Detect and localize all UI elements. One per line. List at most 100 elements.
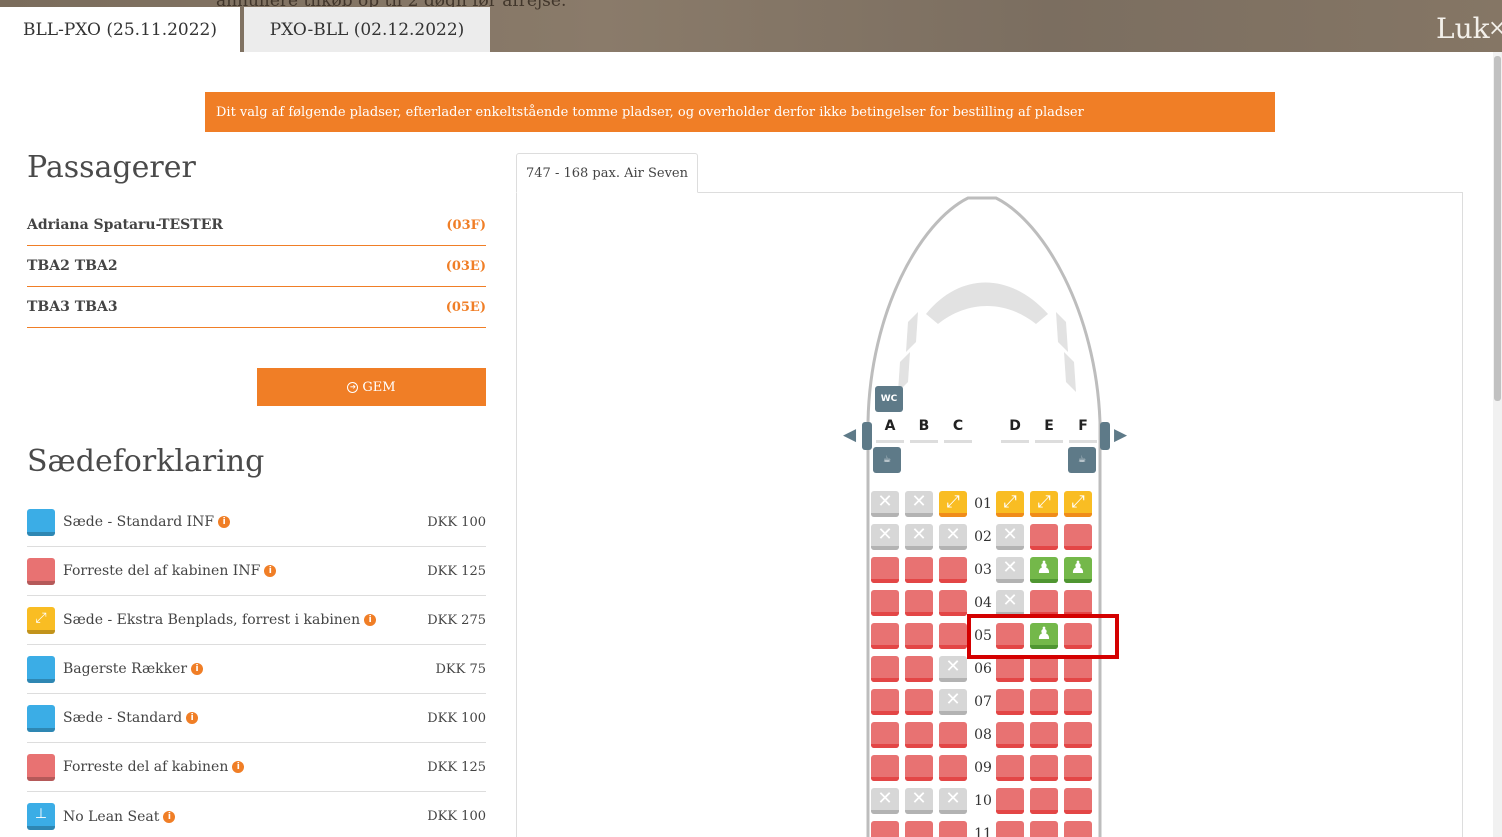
seat-01C[interactable]: ⤢ [939, 491, 967, 517]
seat-01E[interactable]: ⤢ [1030, 491, 1058, 517]
info-icon[interactable]: i [264, 565, 277, 577]
seat-06F[interactable] [1064, 656, 1092, 682]
seat-07C: ✕ [939, 689, 967, 715]
seat-07A[interactable] [871, 689, 899, 715]
seat-11B[interactable] [905, 821, 933, 837]
info-icon[interactable]: i [163, 810, 176, 823]
seat-06A[interactable] [871, 656, 899, 682]
legend-price: DKK 75 [435, 661, 486, 677]
seat-04A[interactable] [871, 590, 899, 616]
column-divider [1035, 440, 1063, 443]
unavailable-icon: ✕ [1002, 590, 1018, 611]
legend-item: Sæde - Standard INF i DKK 100 [27, 498, 486, 547]
seat-03C[interactable] [939, 557, 967, 583]
passenger-icon: ♟ [1070, 557, 1086, 578]
seat-04D: ✕ [996, 590, 1024, 616]
info-icon[interactable]: i [186, 712, 199, 724]
galley-right-icon: ☕ [1068, 447, 1096, 473]
seat-09C[interactable] [939, 755, 967, 781]
seat-06E[interactable] [1030, 656, 1058, 682]
seat-08A[interactable] [871, 722, 899, 748]
seat-10F[interactable] [1064, 788, 1092, 814]
seat-09A[interactable] [871, 755, 899, 781]
seat-04E[interactable] [1030, 590, 1058, 616]
seat-08C[interactable] [939, 722, 967, 748]
seat-08F[interactable] [1064, 722, 1092, 748]
exit-left-icon: ◀ [843, 425, 857, 445]
scrollbar-thumb[interactable] [1494, 56, 1501, 401]
seat-05C[interactable] [939, 623, 967, 649]
seat-08E[interactable] [1030, 722, 1058, 748]
passenger-seat[interactable]: (03E) [446, 259, 486, 274]
passenger-seat[interactable]: (03F) [446, 218, 486, 233]
save-button[interactable]: ➔ GEM [257, 368, 486, 406]
passenger-row[interactable]: TBA2 TBA2 (03E) [27, 246, 486, 287]
passenger-name: Adriana Spataru-TESTER [27, 217, 224, 233]
seat-07D[interactable] [996, 689, 1024, 715]
close-button[interactable]: Luk [1436, 12, 1490, 45]
seat-10D[interactable] [996, 788, 1024, 814]
column-header: A [884, 418, 896, 434]
seat-04C[interactable] [939, 590, 967, 616]
seat-03F[interactable]: ♟ [1064, 557, 1092, 583]
seat-swatch [27, 753, 55, 781]
seat-09F[interactable] [1064, 755, 1092, 781]
seat-05E[interactable]: ♟ [1030, 623, 1058, 649]
passengers-title: Passagerer [27, 150, 196, 185]
seat-11D[interactable] [996, 821, 1024, 837]
seat-01D[interactable]: ⤢ [996, 491, 1024, 517]
passenger-seat[interactable]: (05E) [446, 300, 486, 315]
column-divider [910, 440, 938, 443]
seat-05B[interactable] [905, 623, 933, 649]
seat-10E[interactable] [1030, 788, 1058, 814]
seat-02B: ✕ [905, 524, 933, 550]
info-icon[interactable]: i [232, 761, 245, 773]
tab-outbound[interactable]: BLL-PXO (25.11.2022) [0, 7, 240, 52]
seat-09E[interactable] [1030, 755, 1058, 781]
seat-03A[interactable] [871, 557, 899, 583]
seat-05A[interactable] [871, 623, 899, 649]
seat-06B[interactable] [905, 656, 933, 682]
seat-swatch [27, 704, 55, 732]
seat-09B[interactable] [905, 755, 933, 781]
legend-item: Sæde - Standard i DKK 100 [27, 694, 486, 743]
seat-08B[interactable] [905, 722, 933, 748]
legend-item: Forreste del af kabinen i DKK 125 [27, 743, 486, 792]
tab-return[interactable]: PXO-BLL (02.12.2022) [244, 7, 490, 52]
seat-01F[interactable]: ⤢ [1064, 491, 1092, 517]
row-number: 09 [974, 760, 992, 776]
unavailable-icon: ✕ [1002, 524, 1018, 545]
info-icon[interactable]: i [191, 663, 204, 675]
seat-11F[interactable] [1064, 821, 1092, 837]
seat-03E[interactable]: ♟ [1030, 557, 1058, 583]
tab-aircraft[interactable]: 747 - 168 pax. Air Seven [516, 153, 698, 193]
seat-02F[interactable] [1064, 524, 1092, 550]
passenger-row[interactable]: TBA3 TBA3 (05E) [27, 287, 486, 328]
passenger-row[interactable]: Adriana Spataru-TESTER (03F) [27, 205, 486, 246]
seat-08D[interactable] [996, 722, 1024, 748]
seat-11E[interactable] [1030, 821, 1058, 837]
seat-03B[interactable] [905, 557, 933, 583]
seat-02E[interactable] [1030, 524, 1058, 550]
seat-06D[interactable] [996, 656, 1024, 682]
seat-05F[interactable] [1064, 623, 1092, 649]
seat-07F[interactable] [1064, 689, 1092, 715]
legend-price: DKK 100 [427, 710, 486, 726]
legroom-icon: ⤢ [946, 491, 960, 512]
close-icon[interactable]: × [1488, 16, 1502, 41]
info-icon[interactable]: i [218, 516, 231, 528]
seat-07B[interactable] [905, 689, 933, 715]
column-divider [876, 440, 904, 443]
seat-11C[interactable] [939, 821, 967, 837]
legroom-icon: ⤢ [1037, 491, 1051, 512]
legend-label: No Lean Seat [63, 808, 160, 825]
seat-09D[interactable] [996, 755, 1024, 781]
seat-04F[interactable] [1064, 590, 1092, 616]
seat-07E[interactable] [1030, 689, 1058, 715]
info-icon[interactable]: i [364, 614, 377, 626]
column-divider [1001, 440, 1029, 443]
seat-05D[interactable] [996, 623, 1024, 649]
seat-11A[interactable] [871, 821, 899, 837]
seat-04B[interactable] [905, 590, 933, 616]
door-right [1100, 422, 1110, 450]
